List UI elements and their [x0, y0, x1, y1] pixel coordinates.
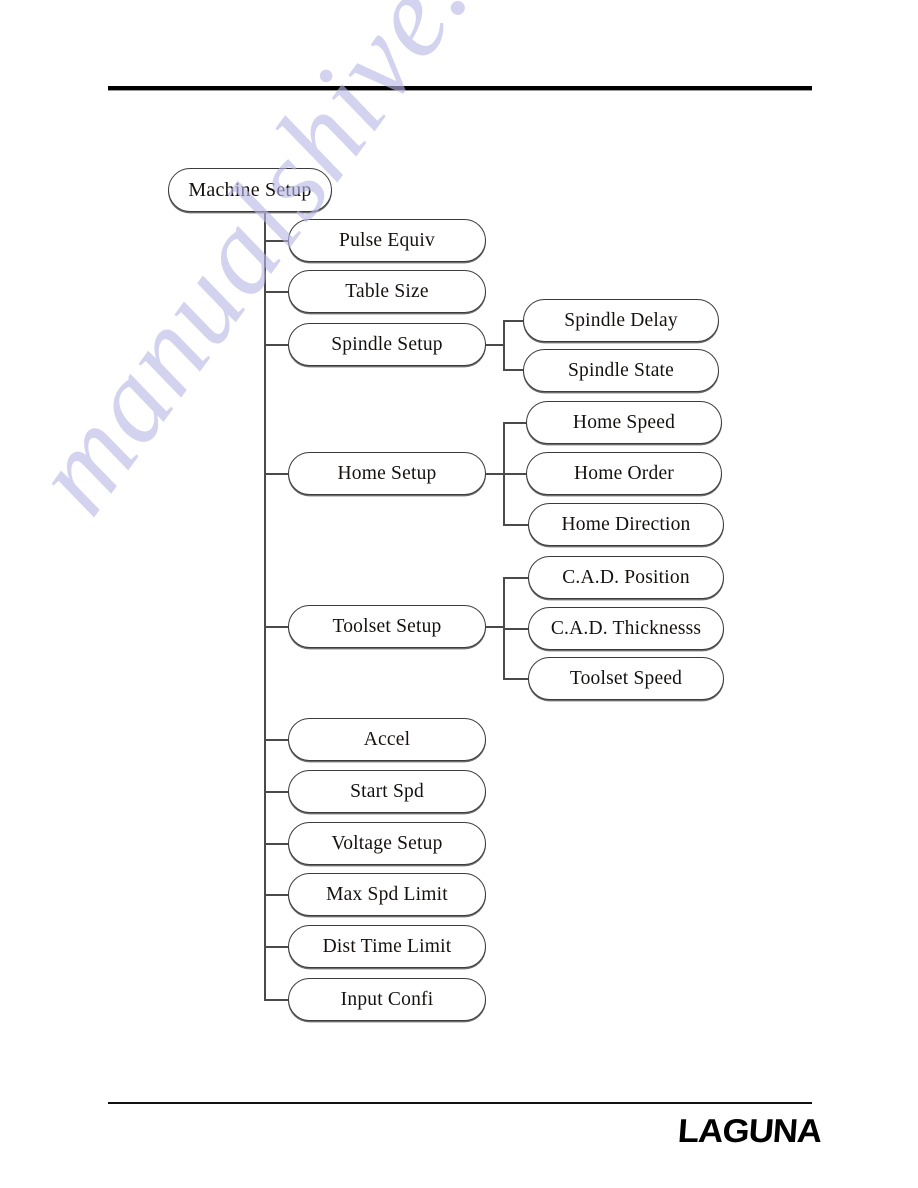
branch-lead-cad-thicknesss — [503, 628, 530, 630]
connector-stub-max-spd-limit — [264, 894, 289, 896]
branch-bus-spindle-setup — [503, 320, 505, 370]
node-start-spd[interactable]: Start Spd — [288, 770, 486, 813]
node-label: Toolset Setup — [332, 615, 442, 637]
node-max-spd-limit[interactable]: Max Spd Limit — [288, 873, 486, 916]
connector-stub-start-spd — [264, 791, 289, 793]
node-spindle-setup[interactable]: Spindle Setup — [288, 323, 486, 366]
node-cad-thicknesss[interactable]: C.A.D. Thicknesss — [528, 607, 724, 650]
node-label: Machine Setup — [188, 179, 312, 201]
node-label: Home Speed — [572, 411, 676, 433]
connector-stub-table-size — [264, 291, 289, 293]
connector-stub-toolset-setup — [264, 626, 289, 628]
node-accel[interactable]: Accel — [288, 718, 486, 761]
node-label: Max Spd Limit — [326, 883, 448, 905]
machine-setup-tree-diagram: Machine Setup Pulse Equiv Table Size Spi… — [0, 0, 918, 1188]
node-label: Spindle State — [567, 359, 675, 381]
node-dist-time-limit[interactable]: Dist Time Limit — [288, 925, 486, 968]
trunk-line — [264, 212, 266, 1001]
node-label: Home Setup — [337, 462, 437, 484]
node-label: Dist Time Limit — [322, 935, 452, 957]
node-label: Spindle Delay — [564, 309, 678, 331]
connector-stub-pulse-equiv — [264, 240, 289, 242]
node-spindle-delay[interactable]: Spindle Delay — [523, 299, 719, 342]
node-label: Accel — [363, 728, 411, 750]
branch-lead-toolset-speed — [503, 678, 530, 680]
node-label: Home Order — [573, 462, 674, 484]
connector-stub-accel — [264, 739, 289, 741]
branch-lead-home-order — [503, 473, 528, 475]
branch-lead-spindle-state — [503, 369, 525, 371]
branch-lead-cad-position — [503, 577, 530, 579]
node-table-size[interactable]: Table Size — [288, 270, 486, 313]
node-home-speed[interactable]: Home Speed — [526, 401, 722, 444]
connector-stub-input-confi — [264, 999, 289, 1001]
connector-stub-dist-time-limit — [264, 946, 289, 948]
node-home-order[interactable]: Home Order — [526, 452, 722, 495]
node-label: Toolset Speed — [569, 667, 683, 689]
node-label: C.A.D. Position — [562, 566, 690, 588]
node-spindle-state[interactable]: Spindle State — [523, 349, 719, 392]
node-label: Pulse Equiv — [339, 229, 435, 251]
connector-stub-spindle-setup — [264, 344, 289, 346]
node-toolset-setup[interactable]: Toolset Setup — [288, 605, 486, 648]
node-label: Home Direction — [561, 513, 691, 535]
branch-lead-home-speed — [503, 422, 528, 424]
node-cad-position[interactable]: C.A.D. Position — [528, 556, 724, 599]
node-label: Input Confi — [340, 988, 434, 1010]
node-label: Voltage Setup — [331, 832, 443, 854]
node-label: Spindle Setup — [331, 333, 443, 355]
branch-lead-spindle-delay — [503, 320, 525, 322]
node-toolset-speed[interactable]: Toolset Speed — [528, 657, 724, 700]
connector-stub-home-setup — [264, 473, 289, 475]
node-machine-setup[interactable]: Machine Setup — [168, 168, 332, 212]
node-home-direction[interactable]: Home Direction — [528, 503, 724, 546]
branch-lead-home-direction — [503, 524, 530, 526]
connector-stub-voltage-setup — [264, 843, 289, 845]
node-input-confi[interactable]: Input Confi — [288, 978, 486, 1021]
node-pulse-equiv[interactable]: Pulse Equiv — [288, 219, 486, 262]
node-home-setup[interactable]: Home Setup — [288, 452, 486, 495]
node-label: Table Size — [345, 280, 429, 302]
node-voltage-setup[interactable]: Voltage Setup — [288, 822, 486, 865]
node-label: Start Spd — [350, 780, 424, 802]
node-label: C.A.D. Thicknesss — [550, 617, 702, 639]
